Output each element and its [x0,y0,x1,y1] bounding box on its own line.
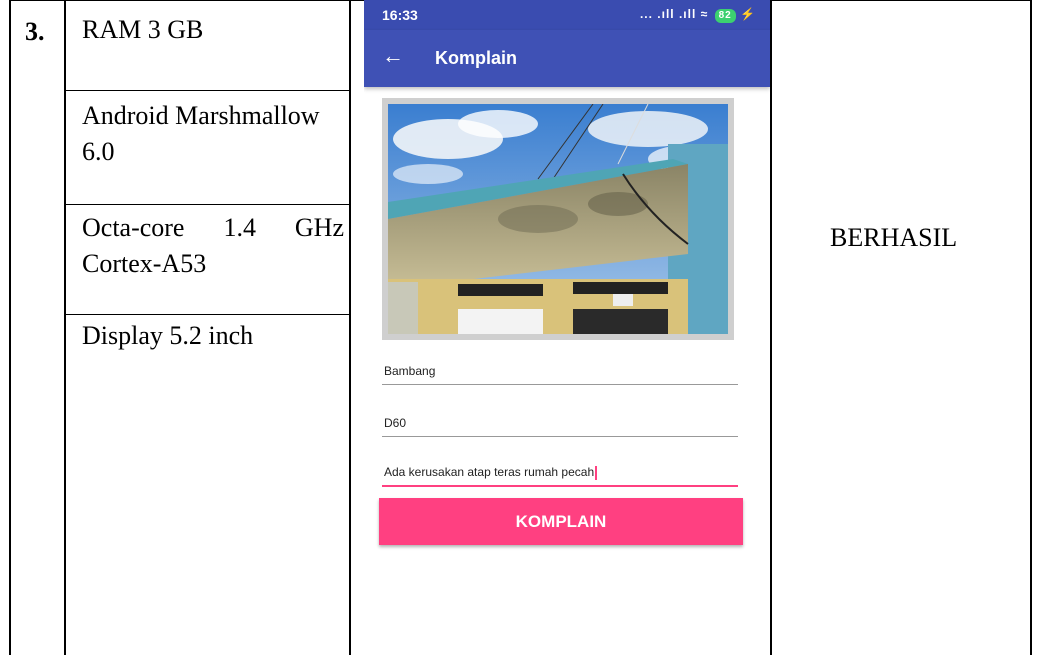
spec-ram: RAM 3 GB [82,15,204,44]
block-field-underline [382,436,738,437]
spec-divider-3 [64,314,351,315]
name-field-value: Bambang [384,364,436,378]
spec-divider-1 [64,90,351,91]
complaint-field-underline [382,485,738,487]
app-bar-title: Komplain [435,48,518,68]
spec-divider-2 [64,204,351,205]
status-icons: ... .ıll .ıll ≈ 82 ⚡ [640,7,756,23]
status-bar: 16:33 ... .ıll .ıll ≈ 82 ⚡ [364,0,770,30]
app-bar: ← Komplain [364,30,770,87]
table-border-right [1030,0,1032,655]
charging-icon: ⚡ [740,7,756,21]
result-text: BERHASIL [830,223,958,252]
table-border-col2 [349,0,351,655]
status-time: 16:33 [382,7,418,23]
photo-damaged-roof [388,104,728,334]
signal-wifi-icon: ... .ıll .ıll ≈ [639,7,709,21]
back-arrow-icon[interactable]: ← [382,44,404,68]
complaint-photo [382,98,734,340]
row-number: 3. [25,17,45,46]
spec-cpu: Octa-core 1.4 GHz Cortex-A53 [82,213,344,278]
table-border-col3 [770,0,772,655]
block-field-value: D60 [384,416,407,430]
spec-os: Android Marshmallow 6.0 [82,101,320,166]
complaint-text: Ada kerusakan atap teras rumah pecah [384,465,595,479]
komplain-button[interactable]: KOMPLAIN [379,498,743,545]
table-border-col1 [64,0,66,655]
text-cursor [595,465,598,480]
phone-screenshot: 16:33 ... .ıll .ıll ≈ 82 ⚡ ← Komplain Ba… [364,0,770,655]
battery-icon: 82 [714,9,736,23]
name-field-underline [382,384,738,385]
spec-display: Display 5.2 inch [82,321,254,350]
table-border-left [9,0,11,655]
complaint-field-value: Ada kerusakan atap teras rumah pecah [384,465,598,480]
